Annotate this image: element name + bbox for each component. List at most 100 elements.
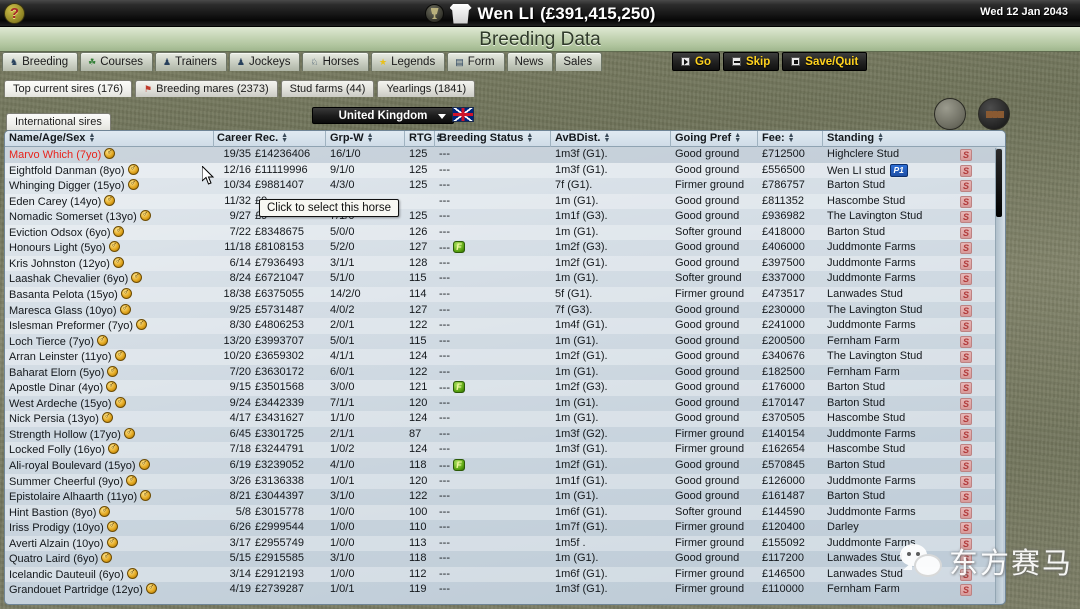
table-row[interactable]: Epistolaire Alhaarth (11yo) 8/21 £3044397 3…	[5, 489, 997, 505]
table-row[interactable]: Ali-royal Boulevard (15yo) 6/19 £3239052 4/…	[5, 458, 997, 474]
table-row[interactable]: Whinging Digger (15yo) 10/34 £9881407 4/3/0…	[5, 178, 997, 194]
sell-tag-button[interactable]: S	[960, 460, 972, 472]
sell-tag-button[interactable]: S	[960, 273, 972, 286]
subtab-top-current-sires-176[interactable]: Top current sires (176)	[4, 80, 133, 97]
sell-tag-button[interactable]: S	[960, 242, 972, 255]
skip-button[interactable]: Skip	[722, 52, 780, 71]
sell-tag-button[interactable]: S	[960, 491, 972, 504]
table-row[interactable]: Eightfold Danman (8yo) 12/16 £11119996 9/1/…	[5, 162, 997, 179]
coin-button[interactable]	[934, 98, 966, 130]
cell-name[interactable]: Islesman Preformer (7yo)	[9, 318, 148, 332]
subtab-breeding-mares-2373[interactable]: ⚑ Breeding mares (2373)	[135, 80, 278, 97]
sell-tag-button[interactable]: S	[960, 537, 972, 550]
cell-name[interactable]: Icelandic Dauteuil (6yo)	[9, 567, 138, 581]
tab-sales[interactable]: Sales	[555, 52, 603, 71]
go-button[interactable]: Go	[672, 52, 720, 71]
cell-name[interactable]: Marvo Which (7yo)	[9, 147, 116, 161]
subtab-yearlings-1841[interactable]: Yearlings (1841)	[377, 80, 476, 97]
cell-name[interactable]: Honours Light (5yo)	[9, 240, 120, 254]
table-row[interactable]: Islesman Preformer (7yo) 8/30 £4806253 2/0/…	[5, 318, 997, 334]
column-header-grp-w[interactable]: Grp-W ▲ ▼	[330, 132, 374, 144]
sell-tag-button[interactable]: S	[960, 584, 972, 597]
cell-name[interactable]: Ali-royal Boulevard (15yo)	[9, 458, 150, 472]
sell-tag-button[interactable]: S	[960, 195, 972, 208]
cell-name[interactable]: Locked Folly (16yo)	[9, 442, 119, 456]
sell-tag-button[interactable]: S	[960, 428, 972, 441]
sell-tag-button[interactable]: S	[960, 568, 972, 581]
table-row[interactable]: Summer Cheerful (9yo) 3/26 £3136338 1/0/1 12…	[5, 473, 997, 490]
cell-name[interactable]: Iriss Prodigy (10yo)	[9, 520, 118, 534]
tab-courses[interactable]: ☘ Courses	[80, 52, 154, 71]
vertical-scrollbar-thumb[interactable]	[996, 149, 1002, 217]
sell-tag-button[interactable]: S	[960, 149, 972, 161]
table-row[interactable]: Basanta Pelota (15yo) 18/38 £6375055 14/2/0…	[5, 286, 997, 303]
sell-tag-button[interactable]: S	[960, 304, 972, 317]
sell-tag-button[interactable]: S	[960, 257, 972, 270]
tab-jockeys[interactable]: ♟ Jockeys	[228, 52, 301, 71]
cell-name[interactable]: Eden Carey (14yo)	[9, 194, 116, 208]
cell-name[interactable]: Arran Leinster (11yo)	[9, 349, 126, 363]
column-header-going-pref[interactable]: Going Pref ▲ ▼	[675, 132, 741, 144]
sell-tag-button[interactable]: S	[960, 351, 972, 364]
cell-name[interactable]: Summer Cheerful (9yo)	[9, 474, 138, 488]
sell-tag-button[interactable]: S	[960, 553, 972, 566]
table-row[interactable]: Strength Hollow (17yo) 6/45 £3301725 2/1/1 8…	[5, 427, 997, 443]
cell-name[interactable]: Eightfold Danman (8yo)	[9, 163, 139, 177]
table-row[interactable]: Baharat Elorn (5yo) 7/20 £3630172 6/0/1 122-…	[5, 365, 997, 381]
table-row[interactable]: Arran Leinster (11yo) 10/20 £3659302 4/1/1 1…	[5, 349, 997, 365]
sell-tag-button[interactable]: S	[960, 226, 972, 239]
cell-name[interactable]: Eviction Odsox (6yo)	[9, 225, 125, 239]
sell-tag-button[interactable]: S	[960, 522, 972, 535]
tab-legends[interactable]: ★ Legends	[371, 52, 446, 71]
column-header-avbdist[interactable]: AvBDist. ▲ ▼	[555, 132, 610, 144]
table-row[interactable]: Apostle Dinar (4yo) 9/15 £3501568 3/0/0 121-…	[5, 380, 997, 396]
sell-tag-button[interactable]: S	[960, 366, 972, 379]
tab-breeding[interactable]: ♞ Breeding	[2, 52, 79, 71]
table-row[interactable]: Eviction Odsox (6yo) 7/22 £8348675 5/0/0 126…	[5, 224, 997, 241]
sell-tag-button[interactable]: S	[960, 506, 972, 519]
cell-name[interactable]: West Ardeche (15yo)	[9, 396, 126, 410]
table-row[interactable]: Averti Alzain (10yo) 3/17 £2955749 1/0/0 113…	[5, 535, 997, 552]
sell-tag-button[interactable]: S	[960, 320, 972, 333]
table-row[interactable]: Eden Carey (14yo)11/32£9---1m (G1).Good …	[5, 193, 997, 210]
tab-news[interactable]: News	[506, 52, 554, 71]
table-row[interactable]: Grandouet Partridge (12yo) 4/19 £2739287 1/…	[5, 582, 997, 598]
table-row[interactable]: Honours Light (5yo) 11/18 £8108153 5/2/0 127…	[5, 240, 997, 256]
table-row[interactable]: Hint Bastion (8yo) 5/8 £3015778 1/0/0 100 ---…	[5, 504, 997, 521]
table-row[interactable]: Nick Persia (13yo) 4/17 £3431627 1/1/0 124 --…	[5, 411, 997, 427]
table-row[interactable]: West Ardeche (15yo) 9/24 £3442339 7/1/1 120-…	[5, 396, 997, 412]
country-select[interactable]: United Kingdom	[312, 107, 454, 124]
tab-trainers[interactable]: ♟ Trainers	[155, 52, 227, 71]
sell-tag-button[interactable]: S	[960, 444, 972, 457]
cell-name[interactable]: Whinging Digger (15yo)	[9, 178, 139, 192]
table-row[interactable]: Icelandic Dauteuil (6yo) 3/14 £2912193 1/0/…	[5, 566, 997, 583]
tab-form[interactable]: ▤ Form	[447, 52, 505, 71]
sell-tag-button[interactable]: S	[960, 335, 972, 348]
cell-name[interactable]: Quatro Laird (6yo)	[9, 551, 113, 565]
column-header-fee[interactable]: Fee: ▲ ▼	[762, 132, 795, 144]
tab-international-sires[interactable]: International sires	[6, 113, 111, 130]
sell-tag-button[interactable]: S	[960, 180, 972, 193]
sell-tag-button[interactable]: S	[960, 382, 972, 395]
table-row[interactable]: Kris Johnston (12yo) 6/14 £7936493 3/1/1 128…	[5, 255, 997, 272]
sell-tag-button[interactable]: S	[960, 164, 972, 177]
sell-tag-button[interactable]: S	[960, 288, 972, 301]
table-row[interactable]: Marvo Which (7yo) 19/35 £14236406 16/1/0 125…	[5, 147, 997, 163]
sell-tag-button[interactable]: S	[960, 413, 972, 426]
cell-name[interactable]: Laashak Chevalier (6yo)	[9, 271, 143, 285]
table-row[interactable]: Nomadic Somerset (13yo)9/27£97/1/0125---…	[5, 209, 997, 225]
column-header-breeding-status[interactable]: Breeding Status ▲ ▼	[439, 132, 533, 144]
tab-horses[interactable]: ♘ Horses	[302, 52, 369, 71]
sell-tag-button[interactable]: S	[960, 475, 972, 488]
cell-name[interactable]: Basanta Pelota (15yo)	[9, 287, 132, 301]
cell-name[interactable]: Epistolaire Alhaarth (11yo)	[9, 489, 152, 503]
cell-name[interactable]: Loch Tierce (7yo)	[9, 334, 108, 348]
cell-name[interactable]: Nick Persia (13yo)	[9, 411, 113, 425]
save-quit-button[interactable]: Save/Quit	[782, 52, 868, 71]
cell-name[interactable]: Kris Johnston (12yo)	[9, 256, 124, 270]
cell-name[interactable]: Apostle Dinar (4yo)	[9, 380, 118, 394]
cell-name[interactable]: Averti Alzain (10yo)	[9, 536, 118, 550]
table-row[interactable]: Locked Folly (16yo) 7/18 £3244791 1/0/2 124-…	[5, 442, 997, 458]
cell-name[interactable]: Hint Bastion (8yo)	[9, 505, 111, 519]
cell-name[interactable]: Baharat Elorn (5yo)	[9, 365, 119, 379]
